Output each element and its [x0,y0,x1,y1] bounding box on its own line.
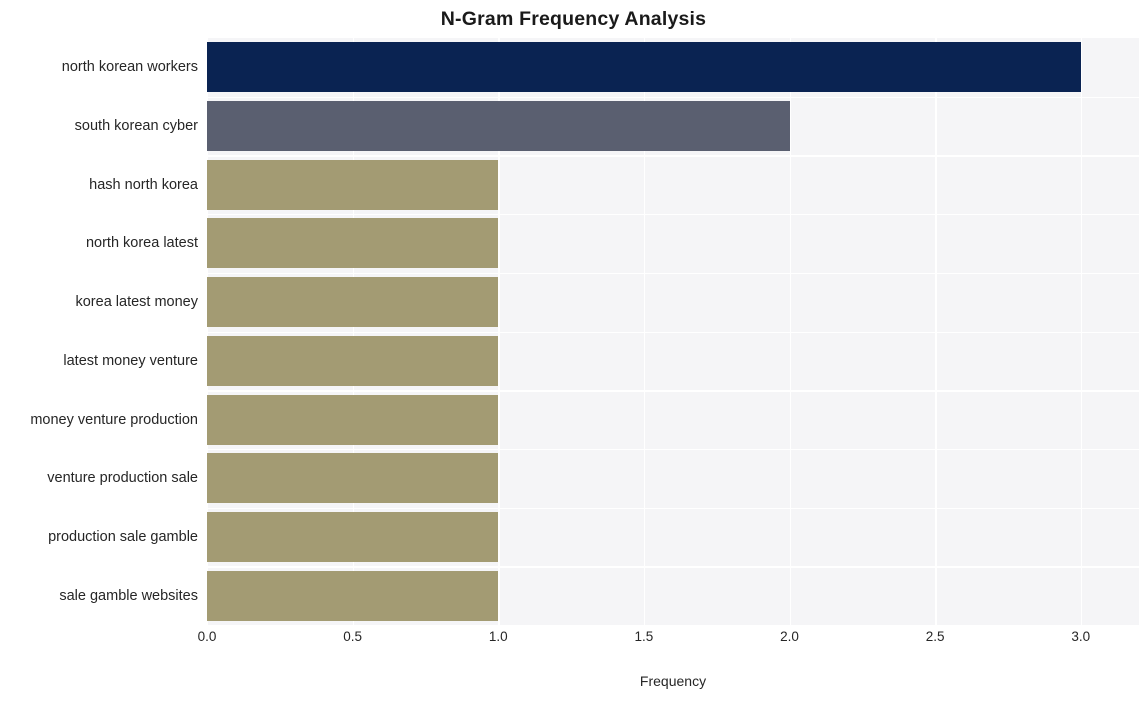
y-gridline [207,507,1139,509]
chart-title: N-Gram Frequency Analysis [440,8,707,30]
x-axis-tick-group: 0.0 0.5 1.0 1.5 2.0 2.5 3.0 [198,629,1139,653]
bar[interactable] [207,335,499,386]
y-gridline [207,390,1139,392]
bar[interactable] [207,570,499,621]
x-axis-title: Frequency [639,673,707,689]
x-axis-tick-label: 3.0 [1071,629,1091,644]
y-gridline [207,214,1139,216]
chart-figure: N-Gram Frequency Analysis north korean w… [0,0,1147,701]
x-axis-tick-label: 2.5 [925,629,945,644]
y-gridline [207,331,1139,333]
y-gridline [207,272,1139,275]
y-gridline [207,96,1139,99]
y-gridline [207,155,1139,157]
y-axis-tick-label: south korean cyber [74,118,198,135]
bar[interactable] [207,218,499,269]
y-axis-tick-label: latest money venture [63,352,198,369]
bar[interactable] [207,453,499,504]
y-axis-tick-label: north korea latest [85,235,198,252]
bar[interactable] [207,511,499,562]
y-axis-label-group: north korean workers south korean cyber ha… [0,38,207,625]
bar[interactable] [207,394,499,445]
y-gridline [207,566,1139,568]
y-axis-tick-label: venture production sale [47,470,198,487]
x-axis-tick-label: 1.5 [634,629,654,644]
plot-area [207,38,1139,625]
y-axis-tick-label: production sale gamble [48,528,198,545]
x-axis-tick-label: 0.5 [343,629,363,644]
bar[interactable] [207,101,790,152]
y-axis-tick-label: north korean workers [61,59,198,76]
y-axis-tick-label: korea latest money [75,294,198,311]
x-axis-tick-label: 2.0 [780,629,799,644]
y-axis-tick-label: hash north korea [89,176,198,193]
bar[interactable] [207,42,1081,93]
x-axis-tick-label: 0.0 [197,629,217,644]
y-gridline [207,448,1139,451]
y-axis-tick-label: sale gamble websites [59,587,198,604]
x-axis-tick-label: 1.0 [488,629,508,644]
y-axis-tick-label: money venture production [30,411,198,428]
bar[interactable] [207,159,499,210]
bar[interactable] [207,277,499,328]
